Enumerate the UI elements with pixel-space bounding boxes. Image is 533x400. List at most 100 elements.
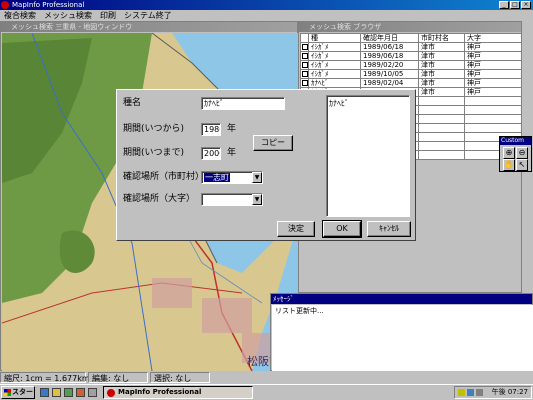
row-select-cell[interactable] xyxy=(300,69,309,79)
cell-district: 神戸 xyxy=(464,42,522,52)
row-select-cell[interactable] xyxy=(300,60,309,70)
row-select-cell[interactable] xyxy=(300,78,309,88)
period-from-unit: 年 xyxy=(227,124,237,134)
header-district[interactable]: 大字 xyxy=(464,33,522,43)
cell-city: 津市 xyxy=(418,87,465,97)
period-from-label: 期間(いつから) xyxy=(123,124,185,134)
browser-window-title: メッシュ検索 ブラウザ xyxy=(309,23,382,31)
start-button[interactable]: スタート xyxy=(1,386,35,400)
ok-button[interactable]: OK xyxy=(322,220,362,238)
header-confirm-date[interactable]: 確認年月日 xyxy=(360,33,419,43)
copy-button[interactable]: コピー xyxy=(253,135,293,151)
windows-taskbar: スタート MapInfo Professional 午後 07:27 xyxy=(0,384,533,400)
maximize-button[interactable]: □ xyxy=(510,1,520,9)
message-text: リスト更新中... xyxy=(272,305,533,371)
period-to-unit: 年 xyxy=(227,148,237,158)
hand-icon[interactable]: ✋ xyxy=(503,159,515,171)
cell-city: 津市 xyxy=(418,60,465,70)
cell-district: 神戸 xyxy=(464,78,522,88)
cell-species: ｲｼｶﾞﾒ xyxy=(308,51,361,61)
list-item[interactable]: ｶﾅﾍﾋﾞ xyxy=(329,98,407,109)
search-dialog: 種名 期間(いつから) 年 コピー 期間(いつまで) 年 確認場所（市町村） 一… xyxy=(116,89,416,241)
menu-compound-search[interactable]: 複合検索 xyxy=(0,10,40,21)
cell-district: 神戸 xyxy=(464,69,522,79)
header-species[interactable]: 種 xyxy=(308,33,361,43)
chevron-down-icon[interactable]: ▼ xyxy=(252,194,262,205)
row-checkbox[interactable] xyxy=(302,62,308,68)
menu-bar: 複合検索 メッシュ検索 印刷 システム終了 xyxy=(0,10,533,21)
cell-city xyxy=(418,114,465,124)
mail-quicklaunch-icon[interactable] xyxy=(64,388,73,397)
table-row[interactable]: ｲｼｶﾞﾒ 1989/06/18 津市 神戸 xyxy=(300,51,522,61)
cell-district: 神戸 xyxy=(464,87,522,97)
cell-district: 神戸 xyxy=(464,60,522,70)
cell-confirm-date: 1989/02/20 xyxy=(360,60,419,70)
taskbar-mapinfo-button[interactable]: MapInfo Professional xyxy=(103,386,253,399)
zoom-out-icon[interactable]: ⊖ xyxy=(516,147,528,159)
table-row[interactable]: ｶﾅﾍﾋﾞ 1989/02/04 津市 神戸 xyxy=(300,78,522,88)
cell-city xyxy=(418,105,465,115)
row-checkbox[interactable] xyxy=(302,71,308,77)
species-listbox[interactable]: ｶﾅﾍﾋﾞ xyxy=(326,95,410,217)
cell-confirm-date: 1989/10/05 xyxy=(360,69,419,79)
mapinfo-app-icon xyxy=(1,1,9,9)
cancel-button[interactable]: ｷｬﾝｾﾙ xyxy=(367,221,411,237)
species-label: 種名 xyxy=(123,98,142,108)
cell-city xyxy=(418,132,465,142)
species-input[interactable] xyxy=(201,97,285,110)
channel-quicklaunch-icon[interactable] xyxy=(76,388,85,397)
browser-header-row: 種 確認年月日 市町村名 大字 xyxy=(300,33,522,43)
decide-button[interactable]: 決定 xyxy=(277,221,315,237)
message-window-title: ﾒｯｾｰｼﾞ xyxy=(271,294,532,304)
status-select: 選択: なし xyxy=(150,372,210,383)
cell-district xyxy=(464,96,522,106)
cell-district xyxy=(464,123,522,133)
menu-print[interactable]: 印刷 xyxy=(96,10,120,21)
tray-icon[interactable] xyxy=(467,389,474,396)
menu-system-exit[interactable]: システム終了 xyxy=(120,10,176,21)
cell-confirm-date: 1989/06/18 xyxy=(360,42,419,52)
city-select[interactable]: 一志町 ▼ xyxy=(201,171,263,184)
arrow-cursor-icon[interactable]: ↖ xyxy=(516,159,528,171)
desktop-quicklaunch-icon[interactable] xyxy=(40,388,49,397)
taskbar-task-label: MapInfo Professional xyxy=(118,388,202,396)
table-row[interactable]: ｲｼｶﾞﾒ 1989/06/18 津市 神戸 xyxy=(300,42,522,52)
windows-logo-icon xyxy=(4,389,11,396)
cell-city xyxy=(418,141,465,151)
table-row[interactable]: ｲｼｶﾞﾒ 1989/02/20 津市 神戸 xyxy=(300,60,522,70)
system-tray: 午後 07:27 xyxy=(454,386,532,399)
app-title: MapInfo Professional xyxy=(12,1,85,9)
city-selected-value: 一志町 xyxy=(204,173,230,182)
cell-species: ｲｼｶﾞﾒ xyxy=(308,60,361,70)
map-window-title: メッシュ検索 三重県 - 地図ウィンドウ xyxy=(11,23,133,31)
cell-species: ｶﾅﾍﾋﾞ xyxy=(308,78,361,88)
start-label: スタート xyxy=(12,388,33,400)
close-button[interactable]: × xyxy=(521,1,531,9)
city-label: 確認場所（市町村） xyxy=(123,172,205,182)
menu-mesh-search[interactable]: メッシュ検索 xyxy=(40,10,96,21)
period-from-input[interactable] xyxy=(201,123,221,136)
cell-city: 津市 xyxy=(418,42,465,52)
zoom-in-icon[interactable]: ⊕ xyxy=(503,147,515,159)
volume-icon[interactable] xyxy=(476,389,483,396)
cell-city xyxy=(418,123,465,133)
period-to-input[interactable] xyxy=(201,147,221,160)
cell-district xyxy=(464,105,522,115)
tray-icon[interactable] xyxy=(458,389,465,396)
row-select-cell[interactable] xyxy=(300,42,309,52)
app-quicklaunch-icon[interactable] xyxy=(88,388,97,397)
table-row[interactable]: ｲｼｶﾞﾒ 1989/10/05 津市 神戸 xyxy=(300,69,522,79)
cell-district xyxy=(464,114,522,124)
district-select[interactable]: ▼ xyxy=(201,193,263,206)
row-select-cell[interactable] xyxy=(300,51,309,61)
header-city[interactable]: 市町村名 xyxy=(418,33,465,43)
row-checkbox[interactable] xyxy=(302,44,308,50)
row-checkbox[interactable] xyxy=(302,80,308,86)
row-checkbox[interactable] xyxy=(302,53,308,59)
cell-city xyxy=(418,96,465,106)
chevron-down-icon[interactable]: ▼ xyxy=(252,172,262,183)
district-label: 確認場所（大字） xyxy=(123,194,196,204)
browser-quicklaunch-icon[interactable] xyxy=(52,388,61,397)
browser-window-title-bar: メッシュ検索 ブラウザ xyxy=(299,22,521,32)
minimize-button[interactable]: _ xyxy=(499,1,509,9)
